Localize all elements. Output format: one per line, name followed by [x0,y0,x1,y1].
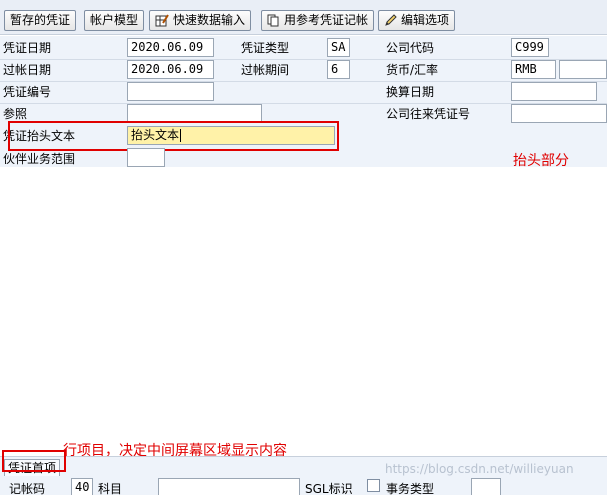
partner-business-area-label: 伙伴业务范围 [3,152,76,166]
exchange-rate-field[interactable] [559,60,607,79]
watermark: https://blog.csdn.net/willieyuan [385,462,574,476]
translation-date-label: 换算日期 [386,85,435,99]
fast-data-entry-label: 快速数据输入 [173,13,246,27]
first-line-item-highlight-box [2,450,66,472]
posting-date-label: 过帐日期 [3,63,52,77]
pencil-grid-icon [155,14,169,27]
pencil-icon [385,14,397,26]
copy-document-icon [267,14,279,27]
posting-date-field[interactable]: 2020.06.09 [127,60,214,79]
company-code-field[interactable]: C999 [511,38,549,57]
company-code-label: 公司代码 [386,41,435,55]
sgl-indicator-field[interactable] [367,479,380,492]
posting-key-label: 记帐码 [9,482,46,495]
editing-options-button[interactable]: 编辑选项 [378,10,456,31]
document-date-label: 凭证日期 [3,41,52,55]
account-field[interactable] [158,478,300,495]
document-type-field[interactable]: SA [327,38,350,57]
document-type-label: 凭证类型 [241,41,290,55]
parked-documents-button[interactable]: 暂存的凭证 [4,10,77,31]
post-with-reference-button[interactable]: 用参考凭证记帐 [261,10,375,31]
posting-period-field[interactable]: 6 [327,60,350,79]
transaction-type-label: 事务类型 [386,482,435,495]
header-text-highlight-box [8,121,339,151]
account-label: 科目 [98,482,123,495]
intercompany-number-label: 公司往来凭证号 [386,107,471,121]
document-number-label: 凭证编号 [3,85,52,99]
sgl-indicator-label: SGL标识 [305,482,353,495]
header-part-annotation: 抬头部分 [513,153,569,169]
editing-options-label: 编辑选项 [401,13,450,27]
intercompany-number-field[interactable] [511,104,607,123]
document-date-field[interactable]: 2020.06.09 [127,38,214,57]
transaction-type-field[interactable] [471,478,501,495]
currency-field[interactable]: RMB [511,60,556,79]
translation-date-field[interactable] [511,82,597,101]
reference-label: 参照 [3,107,28,121]
document-number-field[interactable] [127,82,214,101]
partner-business-area-field[interactable] [127,148,165,167]
account-model-button[interactable]: 帐户模型 [84,10,145,31]
post-with-reference-label: 用参考凭证记帐 [284,13,369,27]
parked-documents-label: 暂存的凭证 [10,13,71,27]
posting-key-field[interactable]: 40 [71,478,93,495]
fast-data-entry-button[interactable]: 快速数据输入 [149,10,252,31]
posting-period-label: 过帐期间 [241,63,290,77]
account-model-label: 帐户模型 [90,13,139,27]
application-toolbar: 暂存的凭证 帐户模型 快速数据输入 用参考凭证记帐 编辑选项 [0,0,607,35]
currency-rate-label: 货币/汇率 [386,63,439,77]
